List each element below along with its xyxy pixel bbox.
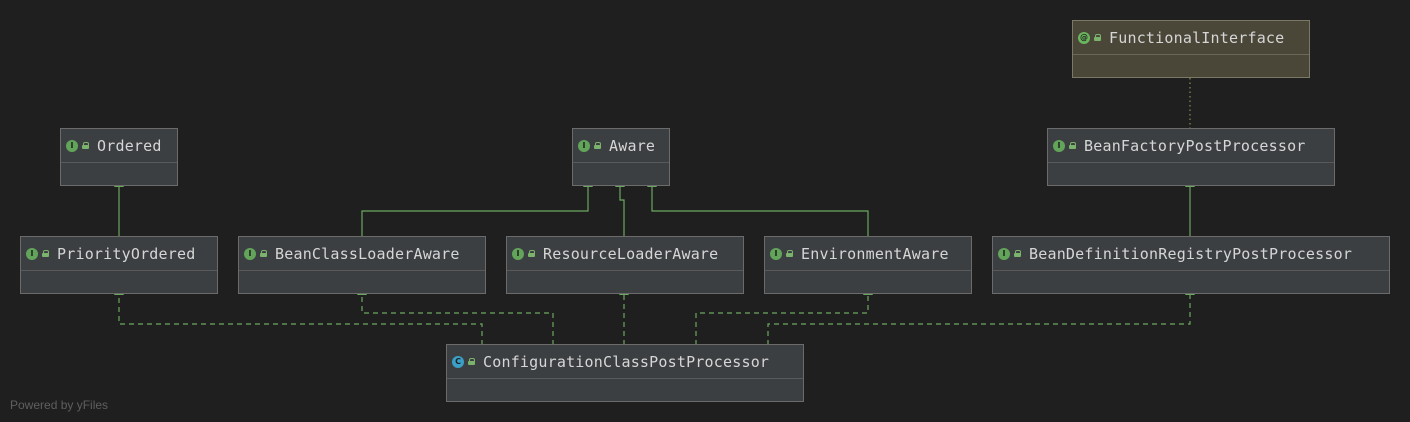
node-label: BeanFactoryPostProcessor (1084, 136, 1306, 155)
interface-badge-icon: I (1053, 139, 1065, 152)
interface-badge-icon: I (244, 247, 256, 260)
node-header: I PriorityOrdered (21, 237, 217, 271)
node-label: ConfigurationClassPostProcessor (483, 352, 770, 371)
node-bean-factory-post-processor[interactable]: I BeanFactoryPostProcessor (1047, 128, 1335, 186)
class-badge-icon: C (452, 355, 464, 368)
node-label: BeanClassLoaderAware (275, 244, 460, 263)
node-environment-aware[interactable]: I EnvironmentAware (764, 236, 972, 294)
node-label: PriorityOrdered (57, 244, 196, 263)
edge-ccpp-to-bdrpp (767, 286, 1195, 345)
node-priority-ordered[interactable]: I PriorityOrdered (20, 236, 218, 294)
node-header: I Ordered (61, 129, 177, 163)
public-lock-icon (786, 250, 793, 257)
public-lock-icon (1014, 250, 1021, 257)
node-label: BeanDefinitionRegistryPostProcessor (1029, 244, 1353, 263)
node-label: Ordered (97, 136, 162, 155)
interface-badge-icon: I (770, 247, 782, 260)
public-lock-icon (528, 250, 535, 257)
node-bean-class-loader-aware[interactable]: I BeanClassLoaderAware (238, 236, 486, 294)
node-header: I EnvironmentAware (765, 237, 971, 271)
node-label: FunctionalInterface (1109, 28, 1285, 47)
public-lock-icon (1094, 34, 1101, 41)
node-header: C ConfigurationClassPostProcessor (447, 345, 803, 379)
public-lock-icon (260, 250, 267, 257)
node-label: ResourceLoaderAware (543, 244, 719, 263)
public-lock-icon (42, 250, 49, 257)
powered-by-credit: Powered by yFiles (10, 398, 109, 412)
public-lock-icon (468, 358, 475, 365)
edge-environment-aware-to-aware (647, 178, 869, 237)
node-header: I Aware (573, 129, 669, 163)
node-functional-interface[interactable]: @ FunctionalInterface (1072, 20, 1310, 78)
edge-ccpp-to-priority-ordered (114, 286, 483, 345)
edge-ccpp-to-bean-class-loader-aware (357, 286, 554, 345)
node-header: I ResourceLoaderAware (507, 237, 743, 271)
interface-badge-icon: I (998, 247, 1010, 260)
node-header: I BeanFactoryPostProcessor (1048, 129, 1334, 163)
edge-ccpp-to-environment-aware (695, 286, 873, 345)
node-header: @ FunctionalInterface (1073, 21, 1309, 55)
annotation-badge-icon: @ (1078, 31, 1090, 44)
edge-resource-loader-aware-to-aware (615, 178, 625, 237)
node-configuration-class-post-processor[interactable]: C ConfigurationClassPostProcessor (446, 344, 804, 402)
interface-badge-icon: I (512, 247, 524, 260)
edge-bean-class-loader-aware-to-aware (361, 178, 593, 237)
interface-badge-icon: I (66, 139, 78, 152)
public-lock-icon (82, 142, 89, 149)
node-aware[interactable]: I Aware (572, 128, 670, 186)
node-header: I BeanDefinitionRegistryPostProcessor (993, 237, 1389, 271)
node-resource-loader-aware[interactable]: I ResourceLoaderAware (506, 236, 744, 294)
node-bean-definition-registry-post-processor[interactable]: I BeanDefinitionRegistryPostProcessor (992, 236, 1390, 294)
diagram-canvas: @ FunctionalInterface I Ordered I Aware … (0, 0, 1410, 422)
interface-badge-icon: I (578, 139, 590, 152)
node-ordered[interactable]: I Ordered (60, 128, 178, 186)
public-lock-icon (594, 142, 601, 149)
node-label: Aware (609, 136, 656, 155)
node-header: I BeanClassLoaderAware (239, 237, 485, 271)
public-lock-icon (1069, 142, 1076, 149)
node-label: EnvironmentAware (801, 244, 949, 263)
interface-badge-icon: I (26, 247, 38, 260)
